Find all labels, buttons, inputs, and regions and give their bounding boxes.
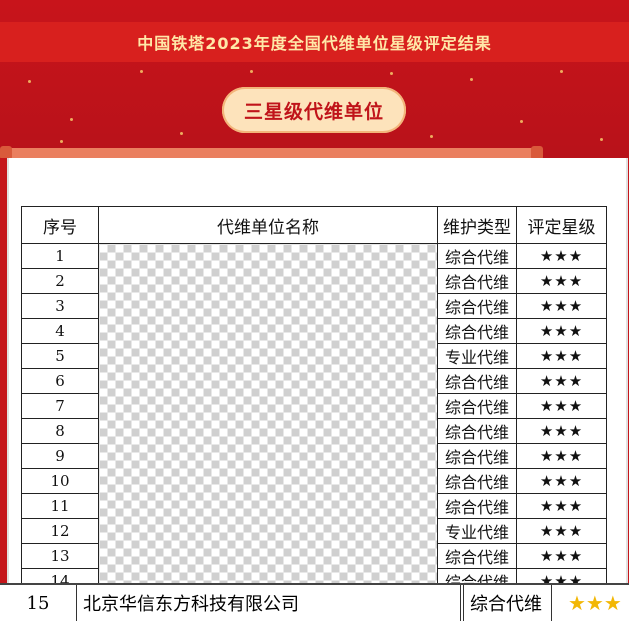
star-rating: ★★★ (516, 243, 607, 269)
row-index: 6 (21, 368, 99, 394)
star-rating: ★★★ (516, 518, 607, 544)
sparkle-decoration (180, 132, 183, 135)
header-unit-name: 代维单位名称 (98, 206, 438, 244)
maintenance-type: 综合代维 (437, 268, 517, 294)
star-rating: ★★★ (516, 293, 607, 319)
star-rating: ★★★ (516, 418, 607, 444)
maintenance-type: 综合代维 (437, 468, 517, 494)
star-rating: ★★★ (516, 268, 607, 294)
sparkle-decoration (600, 138, 603, 141)
sparkle-decoration (140, 70, 143, 73)
row-index: 9 (21, 443, 99, 469)
maintenance-type: 综合代维 (437, 318, 517, 344)
sparkle-decoration (250, 70, 253, 73)
category-badge: 三星级代维单位 (222, 87, 406, 133)
maintenance-type: 综合代维 (460, 585, 552, 621)
row-index: 15 (0, 585, 77, 621)
row-index: 10 (21, 468, 99, 494)
star-rating: ★★★ (568, 591, 622, 615)
rating-table: 序号 代维单位名称 维护类型 评定星级 1 综合代维 ★★★ 2 综合代维 ★★★ 3 综合代… (21, 206, 607, 594)
header-maintenance-type: 维护类型 (437, 206, 517, 244)
star-rating: ★★★ (516, 468, 607, 494)
star-rating: ★★★ (516, 343, 607, 369)
sparkle-decoration (390, 72, 393, 75)
sparkle-decoration (60, 140, 63, 143)
highlighted-table-row: 15 北京华信东方科技有限公司 综合代维 ★★★ (0, 583, 629, 624)
redacted-unit-names (98, 243, 438, 594)
star-rating: ★★★ (516, 543, 607, 569)
maintenance-type: 专业代维 (437, 518, 517, 544)
maintenance-type: 综合代维 (437, 493, 517, 519)
sparkle-decoration (470, 78, 473, 81)
row-index: 12 (21, 518, 99, 544)
table-body: 1 综合代维 ★★★ 2 综合代维 ★★★ 3 综合代维 ★★★ 4 综合代维 ★★★ 5 专业代维 ★★★… (21, 243, 607, 594)
row-index: 8 (21, 418, 99, 444)
star-rating: ★★★ (516, 318, 607, 344)
maintenance-type: 综合代维 (437, 243, 517, 269)
row-index: 1 (21, 243, 99, 269)
header-index: 序号 (21, 206, 99, 244)
maintenance-type: 综合代维 (437, 443, 517, 469)
row-index: 7 (21, 393, 99, 419)
maintenance-type: 综合代维 (437, 293, 517, 319)
star-rating: ★★★ (516, 393, 607, 419)
row-index: 3 (21, 293, 99, 319)
maintenance-type: 综合代维 (437, 393, 517, 419)
table-header-row: 序号 代维单位名称 维护类型 评定星级 (21, 206, 607, 244)
maintenance-type: 综合代维 (437, 543, 517, 569)
table-row: 1 综合代维 ★★★ (21, 243, 607, 594)
scroll-rod-decoration (0, 148, 540, 158)
page-title: 中国铁塔2023年度全国代维单位星级评定结果 (0, 22, 629, 62)
sparkle-decoration (28, 80, 31, 83)
sparkle-decoration (70, 118, 73, 121)
maintenance-type: 专业代维 (437, 343, 517, 369)
star-rating: ★★★ (516, 493, 607, 519)
row-index: 5 (21, 343, 99, 369)
sparkle-decoration (560, 70, 563, 73)
sparkle-decoration (520, 120, 523, 123)
unit-name: 北京华信东方科技有限公司 (77, 585, 464, 621)
row-index: 13 (21, 543, 99, 569)
row-index: 2 (21, 268, 99, 294)
row-index: 11 (21, 493, 99, 519)
star-rating: ★★★ (516, 443, 607, 469)
header-star-rating: 评定星级 (516, 206, 607, 244)
row-index: 4 (21, 318, 99, 344)
side-border-left (0, 158, 7, 583)
maintenance-type: 综合代维 (437, 368, 517, 394)
maintenance-type: 综合代维 (437, 418, 517, 444)
star-rating: ★★★ (516, 368, 607, 394)
sparkle-decoration (430, 135, 433, 138)
